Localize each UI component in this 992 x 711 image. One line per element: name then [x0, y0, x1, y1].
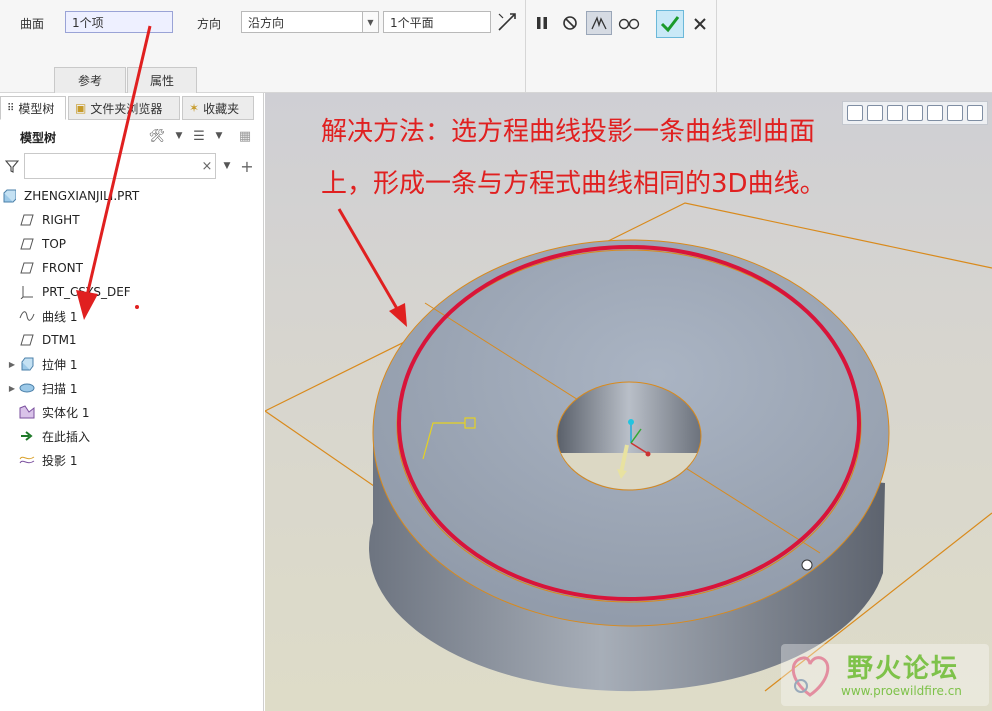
tree-node-label: 扫描 1	[42, 381, 78, 396]
curve-icon	[18, 307, 36, 325]
surface-label: 曲面	[20, 17, 45, 31]
datum-plane-icon	[18, 259, 36, 277]
tree-node-top[interactable]: TOP	[0, 233, 260, 255]
annotation-text-line1: 解决方法：选方程曲线投影一条曲线到曲面	[321, 117, 816, 147]
pause-icon[interactable]	[531, 12, 553, 34]
model-tree-icon: ⠿	[7, 102, 15, 114]
annotation-arrow-to-curve	[337, 208, 407, 327]
flip-direction-icon[interactable]	[496, 11, 518, 33]
annotation-text-line2: 上，形成一条与方程式曲线相同的3D曲线。	[321, 169, 826, 199]
tree-node-front[interactable]: FRONT	[0, 257, 260, 279]
tree-node-right[interactable]: RIGHT	[0, 209, 260, 231]
cancel-x-icon[interactable]	[689, 13, 711, 35]
chevron-down-icon[interactable]: ▼	[363, 11, 379, 33]
tree-node-label: 在此插入	[42, 429, 91, 444]
tab-folder-browser-label: 文件夹浏览器	[90, 101, 163, 116]
tree-node-dtm1[interactable]: DTM1	[0, 329, 260, 351]
surface-collector-field[interactable]: 1个项	[65, 11, 173, 33]
chevron-down-icon[interactable]: ▼	[168, 125, 190, 147]
tree-node-label: RIGHT	[42, 213, 80, 227]
watermark: 野火论坛 www.proewildfire.cn	[781, 644, 989, 706]
tree-node-part[interactable]: ZHENGXIANJILI.PRT	[0, 185, 260, 207]
tree-node-label: PRT_CSYS_DEF	[42, 285, 131, 299]
creo-window: 曲面 1个项 方向 沿方向 ▼ 1个平面 参考 属性 ⠿ 模型树 ▣ 文件夹浏览…	[0, 0, 992, 711]
clear-filter-icon[interactable]: ×	[196, 155, 218, 177]
chevron-down-icon[interactable]: ▼	[208, 125, 230, 147]
csys-icon	[18, 283, 36, 301]
show-list-icon[interactable]: ☰	[188, 125, 210, 147]
watermark-url: www.proewildfire.cn	[841, 684, 962, 698]
glasses-icon[interactable]	[617, 12, 641, 34]
projection-dashboard: 曲面 1个项 方向 沿方向 ▼ 1个平面 参考 属性	[0, 0, 992, 93]
chevron-down-icon[interactable]: ▼	[216, 155, 238, 177]
tab-favorites[interactable]: ✶ 收藏夹	[182, 96, 254, 120]
settings-tools-icon[interactable]: 🛠	[146, 125, 168, 147]
tree-node-curve[interactable]: 曲线 1	[0, 305, 260, 327]
filter-icon[interactable]	[1, 155, 23, 177]
tree-node-label: TOP	[42, 237, 67, 251]
tree-columns-icon[interactable]: ▦	[234, 125, 256, 147]
watermark-title: 野火论坛	[847, 654, 960, 684]
dashboard-separator	[716, 0, 717, 93]
tab-favorites-label: 收藏夹	[203, 101, 240, 116]
solidify-icon	[18, 403, 36, 421]
part-icon	[0, 187, 18, 205]
tab-references[interactable]: 参考	[54, 67, 126, 93]
tree-node-sweep[interactable]: ▶ 扫描 1	[0, 377, 260, 399]
direction-select[interactable]: 沿方向	[241, 11, 363, 33]
datum-plane-icon	[18, 235, 36, 253]
tree-node-label: DTM1	[42, 333, 77, 347]
tree-node-extrude[interactable]: ▶ 拉伸 1	[0, 353, 260, 375]
expand-triangle-icon[interactable]: ▶	[6, 360, 18, 369]
model-tree-header: 模型树	[20, 131, 57, 145]
tree-node-label: 投影 1	[42, 453, 78, 468]
tree-node-label: 实体化 1	[42, 405, 90, 420]
insert-here-arrow-icon	[18, 427, 36, 445]
tree-node-label: FRONT	[42, 261, 83, 275]
curve-start-point[interactable]	[801, 559, 813, 571]
dashboard-separator	[525, 0, 526, 93]
tree-node-projection[interactable]: 投影 1	[0, 449, 260, 471]
navigator-panel: ⠿ 模型树 ▣ 文件夹浏览器 ✶ 收藏夹 模型树 🛠 ▼ ☰ ▼ ▦ × ▼ +…	[0, 93, 264, 711]
datum-plane-icon	[18, 211, 36, 229]
ok-check-icon[interactable]	[656, 10, 684, 38]
tree-node-insert-here[interactable]: 在此插入	[0, 425, 260, 447]
folder-icon: ▣	[75, 101, 87, 115]
extrude-icon	[18, 355, 36, 373]
tab-model-tree[interactable]: ⠿ 模型树	[0, 96, 66, 120]
direction-label: 方向	[197, 17, 222, 31]
expand-triangle-icon[interactable]: ▶	[6, 384, 18, 393]
sweep-icon	[18, 379, 36, 397]
tab-properties[interactable]: 属性	[127, 67, 197, 93]
graphics-viewport[interactable]: 解决方法：选方程曲线投影一条曲线到曲面 上，形成一条与方程式曲线相同的3D曲线。…	[265, 93, 992, 711]
projection-icon	[18, 451, 36, 469]
tree-node-label: 曲线 1	[42, 309, 78, 324]
no-preview-icon[interactable]	[559, 12, 581, 34]
tree-filter-input[interactable]	[24, 153, 216, 179]
datum-plane-icon	[18, 331, 36, 349]
tree-node-solidify[interactable]: 实体化 1	[0, 401, 260, 423]
forum-logo-icon	[791, 656, 830, 697]
tree-node-label: ZHENGXIANJILI.PRT	[24, 189, 140, 203]
star-icon: ✶	[189, 101, 200, 115]
tab-folder-browser[interactable]: ▣ 文件夹浏览器	[68, 96, 180, 120]
tab-model-tree-label: 模型树	[18, 101, 55, 116]
tree-node-label: 拉伸 1	[42, 357, 78, 372]
plane-collector-field[interactable]: 1个平面	[383, 11, 491, 33]
preview-icon[interactable]	[586, 11, 612, 35]
add-filter-icon[interactable]: +	[236, 155, 258, 177]
tree-node-csys[interactable]: PRT_CSYS_DEF	[0, 281, 260, 303]
